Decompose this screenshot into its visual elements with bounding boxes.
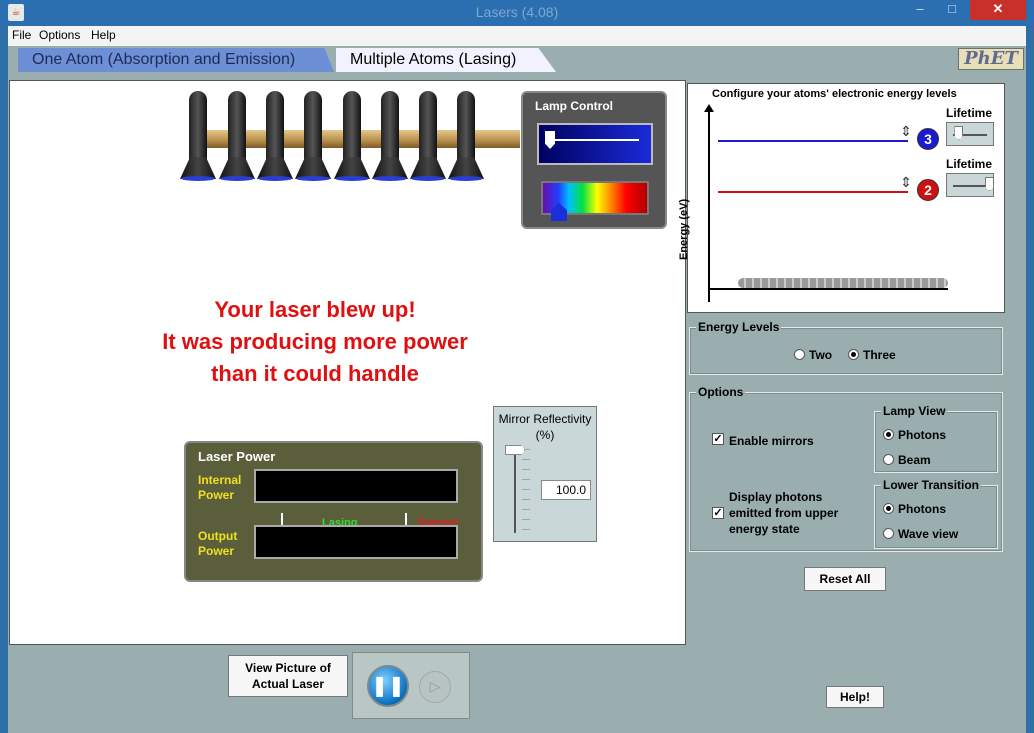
close-button[interactable]: ✕ bbox=[970, 0, 1026, 20]
lamp-icon bbox=[334, 91, 370, 181]
lamp-view-beam-radio[interactable]: Beam bbox=[883, 453, 931, 467]
view-picture-button[interactable]: View Picture of Actual Laser bbox=[228, 655, 348, 697]
energy-levels-legend: Energy Levels bbox=[696, 320, 782, 334]
pause-icon[interactable]: ❚❚ bbox=[367, 665, 409, 707]
energy-axis-label: Energy (eV) bbox=[678, 198, 690, 260]
energy-levels-group: Energy Levels Two Three bbox=[689, 320, 1003, 375]
lower-transition-legend: Lower Transition bbox=[881, 478, 982, 492]
blown-message-line2: It was producing more power bbox=[162, 329, 468, 354]
energy-level-2[interactable] bbox=[718, 191, 908, 193]
energy-level-3[interactable] bbox=[718, 140, 908, 142]
blown-message-line3: than it could handle bbox=[211, 361, 419, 386]
lamp-icon bbox=[219, 91, 255, 181]
lamp-icon bbox=[180, 91, 216, 181]
level3-adjust-icon[interactable]: ⇕ bbox=[900, 124, 912, 158]
output-power-label: Output Power bbox=[198, 529, 238, 558]
lamp-intensity-slider[interactable] bbox=[537, 123, 653, 165]
menu-options[interactable]: Options bbox=[39, 28, 80, 42]
laser-power-panel: Laser Power Internal Power Lasing Danger… bbox=[184, 441, 483, 582]
lamp-icon bbox=[257, 91, 293, 181]
mirror-reflectivity-panel: Mirror Reflectivity (%) 100.0 bbox=[493, 406, 597, 542]
lamp-control-title: Lamp Control bbox=[535, 99, 613, 113]
mirror-slider-ticks bbox=[522, 449, 530, 533]
lower-transition-wave-radio[interactable]: Wave view bbox=[883, 527, 958, 541]
mirror-slider-thumb[interactable] bbox=[505, 445, 525, 455]
lamp-view-legend: Lamp View bbox=[881, 404, 948, 418]
energy-axis bbox=[708, 106, 710, 302]
lamp-icon bbox=[372, 91, 408, 181]
phet-logo[interactable]: PhET bbox=[958, 48, 1024, 70]
lifetime-slider-level3[interactable] bbox=[946, 122, 994, 146]
ground-state-atoms bbox=[738, 278, 948, 288]
tab-multiple-atoms[interactable]: Multiple Atoms (Lasing) bbox=[336, 48, 556, 72]
energy-level-diagram: Configure your atoms' electronic energy … bbox=[678, 83, 1005, 313]
level2-adjust-icon[interactable]: ⇕ bbox=[900, 175, 912, 209]
options-legend: Options bbox=[696, 385, 746, 399]
lifetime-label-level3: Lifetime bbox=[946, 106, 993, 120]
lamp-icon bbox=[448, 91, 484, 181]
menu-help[interactable]: Help bbox=[91, 28, 116, 42]
menu-file[interactable]: File bbox=[12, 28, 31, 42]
checkmark-icon: ✓ bbox=[712, 433, 724, 445]
lamp-view-group: Lamp View Photons Beam bbox=[874, 404, 998, 473]
minimize-button[interactable]: – bbox=[906, 0, 934, 20]
level2-badge: 2 bbox=[917, 179, 939, 201]
lifetime-slider-level2[interactable] bbox=[946, 173, 994, 197]
lifetime-slider-thumb-level2[interactable] bbox=[985, 177, 994, 191]
lifetime-slider-thumb-level3[interactable] bbox=[954, 126, 964, 140]
intensity-slider-thumb[interactable] bbox=[545, 131, 555, 149]
options-group: Options ✓ Enable mirrors ✓ Display photo… bbox=[689, 385, 1003, 552]
step-icon: ▷ bbox=[419, 671, 451, 703]
lamp-icon bbox=[410, 91, 446, 181]
lifetime-label-level2: Lifetime bbox=[946, 157, 993, 171]
window-title: Lasers (4.08) bbox=[475, 4, 559, 20]
title-bar: ☕ Lasers (4.08) – □ ✕ bbox=[0, 0, 1034, 26]
internal-power-label: Internal Power bbox=[198, 473, 242, 502]
app-body: Lamp Control Your laser blew up! It was … bbox=[8, 72, 1026, 733]
playback-controls: ❚❚ ▷ bbox=[352, 652, 470, 719]
reset-all-button[interactable]: Reset All bbox=[804, 567, 886, 591]
checkmark-icon: ✓ bbox=[712, 507, 724, 519]
lower-transition-photons-radio[interactable]: Photons bbox=[883, 502, 946, 516]
mirror-slider-track[interactable] bbox=[514, 449, 516, 533]
lower-transition-group: Lower Transition Photons Wave view bbox=[874, 478, 998, 549]
simulation-canvas: Lamp Control Your laser blew up! It was … bbox=[9, 80, 686, 645]
energy-levels-two-radio[interactable]: Two bbox=[794, 348, 832, 362]
help-button[interactable]: Help! bbox=[826, 686, 884, 708]
tab-one-atom[interactable]: One Atom (Absorption and Emission) bbox=[18, 48, 334, 72]
lamp-icon bbox=[295, 91, 331, 181]
level3-badge: 3 bbox=[917, 128, 939, 150]
menu-bar: File Options Help bbox=[8, 26, 1026, 46]
ground-axis bbox=[708, 288, 948, 290]
energy-levels-three-radio[interactable]: Three bbox=[848, 348, 896, 362]
internal-power-meter bbox=[254, 469, 458, 503]
mirror-reflectivity-input[interactable]: 100.0 bbox=[541, 480, 591, 500]
lamp-view-photons-radio[interactable]: Photons bbox=[883, 428, 946, 442]
tab-strip: One Atom (Absorption and Emission) Multi… bbox=[8, 46, 1026, 72]
mirror-reflectivity-title: Mirror Reflectivity (%) bbox=[498, 412, 592, 442]
blown-message-line1: Your laser blew up! bbox=[214, 297, 416, 322]
maximize-button[interactable]: □ bbox=[938, 0, 966, 20]
lamp-control-panel: Lamp Control bbox=[521, 91, 667, 229]
energy-diagram-title: Configure your atoms' electronic energy … bbox=[712, 88, 957, 100]
output-power-meter bbox=[254, 525, 458, 559]
laser-power-title: Laser Power bbox=[198, 449, 276, 464]
